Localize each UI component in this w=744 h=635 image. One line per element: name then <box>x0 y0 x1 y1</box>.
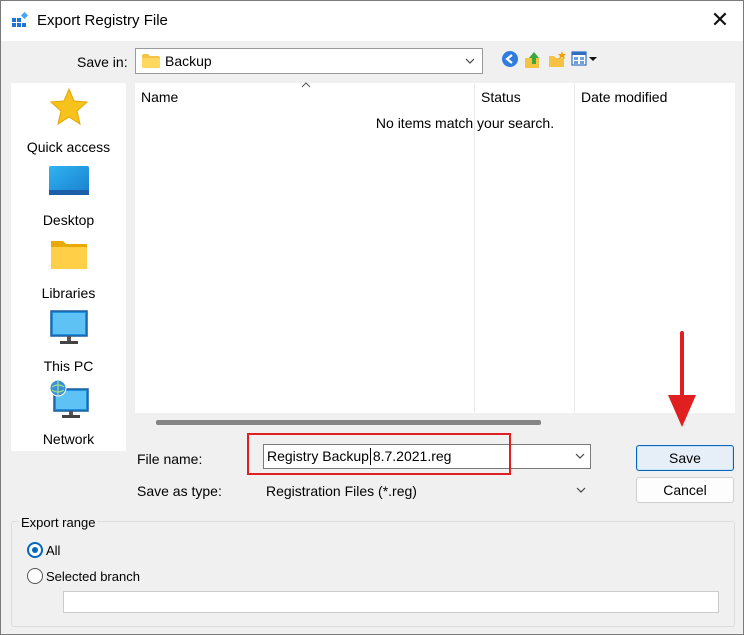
close-button[interactable]: ✕ <box>697 1 743 41</box>
place-this-pc[interactable]: This PC <box>11 306 126 376</box>
window-title: Export Registry File <box>37 12 168 29</box>
save-in-dropdown[interactable]: Backup <box>135 48 483 74</box>
radio-all[interactable] <box>27 542 43 558</box>
close-icon: ✕ <box>710 8 730 33</box>
selected-branch-input[interactable] <box>63 591 719 613</box>
column-header-status[interactable]: Status <box>481 89 521 105</box>
place-label: Network <box>42 431 95 447</box>
chevron-down-icon[interactable] <box>464 55 476 67</box>
new-folder-icon <box>549 51 566 67</box>
save-in-value: Backup <box>165 53 212 69</box>
back-button[interactable] <box>501 50 521 70</box>
export-range-title: Export range <box>19 515 98 530</box>
annotation-highlight-box <box>247 433 511 475</box>
place-label: Quick access <box>26 139 111 155</box>
network-icon <box>49 379 89 418</box>
desktop-icon <box>48 166 89 195</box>
radio-all-label[interactable]: All <box>46 543 60 558</box>
save-as-type-label: Save as type: <box>137 483 222 499</box>
radio-selected-branch-label[interactable]: Selected branch <box>46 569 140 584</box>
place-quick-access[interactable]: Quick access <box>11 87 126 157</box>
new-folder-button[interactable] <box>547 50 567 70</box>
save-as-type-dropdown[interactable]: Registration Files (*.reg) <box>263 478 591 503</box>
star-icon <box>49 87 88 126</box>
folder-icon <box>142 54 160 68</box>
places-bar: Quick access Desktop Libraries This PC N… <box>11 83 126 451</box>
column-header-date-modified[interactable]: Date modified <box>581 89 667 105</box>
up-folder-button[interactable] <box>523 50 543 70</box>
save-button[interactable]: Save <box>636 445 734 471</box>
sort-ascending-icon <box>301 82 311 88</box>
up-folder-icon <box>525 52 539 68</box>
column-divider[interactable] <box>474 83 475 413</box>
view-menu-button[interactable] <box>571 50 601 70</box>
radio-selected-branch[interactable] <box>27 568 43 584</box>
column-header-name[interactable]: Name <box>141 89 178 105</box>
place-label: This PC <box>43 358 94 374</box>
scrollbar-thumb[interactable] <box>156 420 541 425</box>
registry-editor-icon <box>12 12 29 27</box>
chevron-down-icon[interactable] <box>574 450 586 462</box>
horizontal-scrollbar[interactable] <box>135 413 735 430</box>
empty-message: No items match your search. <box>375 115 555 131</box>
chevron-down-icon[interactable] <box>575 484 587 496</box>
cancel-button[interactable]: Cancel <box>636 477 734 503</box>
title-bar[interactable]: Export Registry File ✕ <box>1 1 743 41</box>
file-name-label: File name: <box>137 451 203 467</box>
file-list[interactable]: Name Status Date modified No items match… <box>135 82 735 413</box>
place-network[interactable]: Network <box>11 379 126 449</box>
save-in-label: Save in: <box>77 54 128 70</box>
back-icon <box>502 51 518 67</box>
save-as-type-value: Registration Files (*.reg) <box>266 483 417 499</box>
place-label: Desktop <box>42 212 95 228</box>
monitor-icon <box>49 310 88 344</box>
libraries-icon <box>50 241 87 269</box>
place-desktop[interactable]: Desktop <box>11 160 126 230</box>
export-registry-dialog: Export Registry File ✕ Save in: Backup Q… <box>0 0 744 635</box>
place-libraries[interactable]: Libraries <box>11 233 126 303</box>
view-menu-icon <box>571 51 597 66</box>
annotation-arrow-icon <box>668 331 696 427</box>
column-divider[interactable] <box>574 83 575 413</box>
place-label: Libraries <box>41 285 96 301</box>
